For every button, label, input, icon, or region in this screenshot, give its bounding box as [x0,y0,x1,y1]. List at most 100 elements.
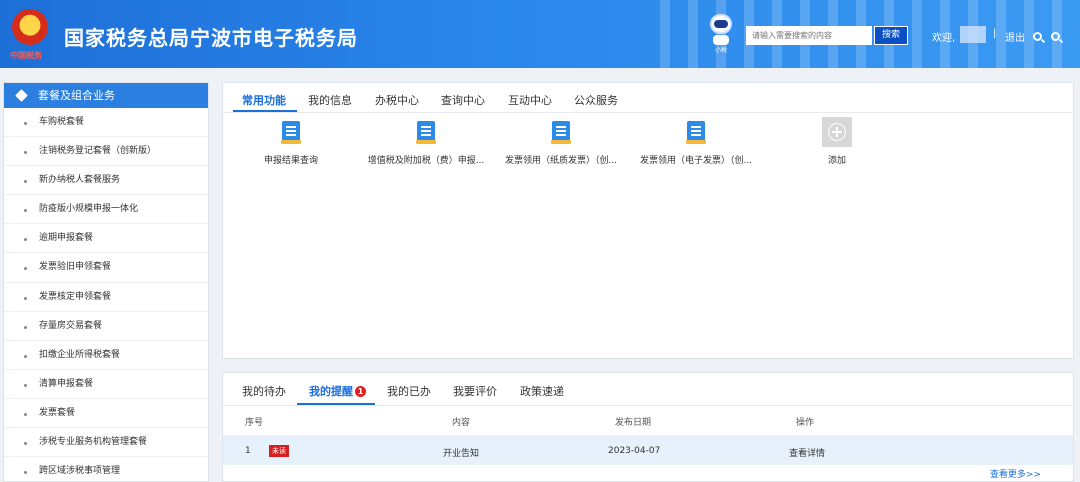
reminders-panel: 我的待办 我的提醒 1 我的已办 我要评价 政策速递 序号 内容 发布日期 操作 … [222,372,1074,482]
tax-emblem-icon [12,9,48,45]
bullet-icon [24,442,27,446]
sidebar-item-label: 存量房交易套餐 [39,320,103,331]
bullet-icon [24,354,27,358]
tab-label: 我的提醒 [309,385,353,398]
sidebar-title: 套餐及组合业务 [38,89,115,102]
sidebar-item-label: 新办纳税人套餐服务 [39,175,121,186]
bullet-icon [24,267,27,271]
sidebar-item-invoice-package[interactable]: 发票套餐 [4,399,208,429]
sidebar-item-new-taxpayer[interactable]: 新办纳税人套餐服务 [4,166,208,196]
function-add[interactable]: 添加 [777,117,897,166]
document-icon [551,121,571,144]
sidebar-item-label: 跨区域涉税事项管理 [39,466,121,477]
function-vat-filing[interactable]: 增值税及附加税（费）申报... [366,121,486,166]
unread-badge: 未读 [269,445,289,457]
bullet-icon [24,209,27,213]
sidebar-item-label: 注销税务登记套餐（创新版） [39,146,157,157]
top-header: 中国税务 国家税务总局宁波市电子税务局 小税 搜索 欢迎, | 退出 [0,0,1080,68]
search-button[interactable]: 搜索 [874,26,908,45]
sidebar-item-vehicle-tax[interactable]: 车购税套餐 [4,108,208,138]
sidebar-item-invoice-approval[interactable]: 发票核定申领套餐 [4,283,208,312]
zoom-out-icon[interactable] [1051,32,1060,41]
robot-label: 小税 [714,47,727,54]
sidebar-item-label: 涉税专业服务机构管理套餐 [39,437,148,448]
function-label: 增值税及附加税（费）申报... [367,156,485,166]
tab-my-reminders[interactable]: 我的提醒 1 [309,383,366,399]
sidebar-item-overdue-filing[interactable]: 逾期申报套餐 [4,224,208,254]
sidebar-item-withholding-cit[interactable]: 扣缴企业所得税套餐 [4,341,208,370]
tab-interaction-center[interactable]: 互动中心 [508,92,552,108]
row-content: 开业告知 [443,449,480,459]
bullet-icon [24,151,27,155]
search-input[interactable] [746,26,872,45]
row-date: 2023-04-07 [608,446,661,456]
emblem-caption: 中国税务 [10,51,42,60]
username-masked [960,26,986,43]
assistant-robot-icon[interactable]: 小税 [708,14,734,54]
add-icon [822,117,852,147]
tab-evaluate[interactable]: 我要评价 [453,383,497,399]
tab-query-center[interactable]: 查询中心 [441,92,485,108]
function-label: 申报结果查询 [263,156,318,166]
tab-common-functions[interactable]: 常用功能 [242,92,286,108]
column-header-action: 操作 [796,418,815,428]
sidebar-header[interactable]: 套餐及组合业务 [4,83,208,108]
document-icon [281,121,301,144]
bullet-icon [24,238,27,242]
reminder-count-badge: 1 [355,386,366,397]
tabs-divider [223,405,1073,406]
function-label: 发票领用（纸质发票）（创... [504,156,618,166]
sidebar-item-label: 发票验旧申领套餐 [39,262,112,273]
bullet-icon [24,471,27,475]
tab-my-done[interactable]: 我的已办 [387,383,431,399]
tab-tax-center[interactable]: 办税中心 [375,92,419,108]
bullet-icon [24,122,27,125]
tab-my-todo[interactable]: 我的待办 [242,383,286,399]
table-row[interactable]: 1 未读 开业告知 2023-04-07 查看详情 [223,435,1073,465]
zoom-in-icon[interactable] [1033,32,1042,41]
function-label: 添加 [827,156,846,166]
sidebar-item-label: 发票套餐 [39,407,76,418]
sidebar-item-label: 车购税套餐 [39,117,85,127]
function-e-invoice-apply[interactable]: 发票领用（电子发票）（创... [636,121,756,166]
function-label: 发票领用（电子发票）（创... [639,156,753,166]
bullet-icon [24,296,27,300]
sidebar-item-invoice-check-apply[interactable]: 发票验旧申领套餐 [4,253,208,283]
sidebar-item-liquidation[interactable]: 清算申报套餐 [4,370,208,399]
column-header-date: 发布日期 [615,418,652,428]
function-filing-result-query[interactable]: 申报结果查询 [231,121,351,166]
site-title: 国家税务总局宁波市电子税务局 [64,26,358,50]
sidebar-item-label: 扣缴企业所得税套餐 [39,349,121,360]
sidebar-item-label: 清算申报套餐 [39,378,94,389]
main-tabs: 常用功能 我的信息 办税中心 查询中心 互动中心 公众服务 [223,83,1073,113]
row-index: 1 [245,446,251,456]
document-icon [686,121,706,144]
active-tab-indicator [233,110,297,112]
function-paper-invoice-apply[interactable]: 发票领用（纸质发票）（创... [501,121,621,166]
tab-policy-express[interactable]: 政策速递 [520,383,564,399]
bullet-icon [24,383,27,387]
sidebar-item-label: 防疫版小规模申报一体化 [39,204,139,215]
bullet-icon [24,325,27,329]
sidebar-item-small-scale-filing[interactable]: 防疫版小规模申报一体化 [4,195,208,225]
header-separator: | [993,28,997,39]
sidebar-item-cross-region[interactable]: 跨区域涉税事项管理 [4,457,208,481]
common-functions-panel: 常用功能 我的信息 办税中心 查询中心 互动中心 公众服务 申报结果查询 增值税… [222,82,1074,359]
logout-link[interactable]: 退出 [1005,29,1025,44]
bullet-icon [24,412,27,416]
tab-my-info[interactable]: 我的信息 [308,92,352,108]
column-header-index: 序号 [245,418,264,428]
sidebar: 套餐及组合业务 车购税套餐 注销税务登记套餐（创新版） 新办纳税人套餐服务 防疫… [3,82,209,482]
bullet-icon [24,180,27,184]
sidebar-item-label: 发票核定申领套餐 [39,291,112,302]
welcome-text: 欢迎, [932,33,956,44]
sidebar-item-deregistration[interactable]: 注销税务登记套餐（创新版） [4,137,208,167]
view-more-link[interactable]: 查看更多>> [990,467,1041,480]
tab-public-service[interactable]: 公众服务 [574,92,618,108]
layers-icon [15,89,28,102]
sidebar-item-tax-agency[interactable]: 涉税专业服务机构管理套餐 [4,428,208,458]
sidebar-item-housing-transaction[interactable]: 存量房交易套餐 [4,312,208,341]
view-details-link[interactable]: 查看详情 [789,446,825,459]
sidebar-item-label: 逾期申报套餐 [39,233,94,244]
document-icon [416,121,436,144]
